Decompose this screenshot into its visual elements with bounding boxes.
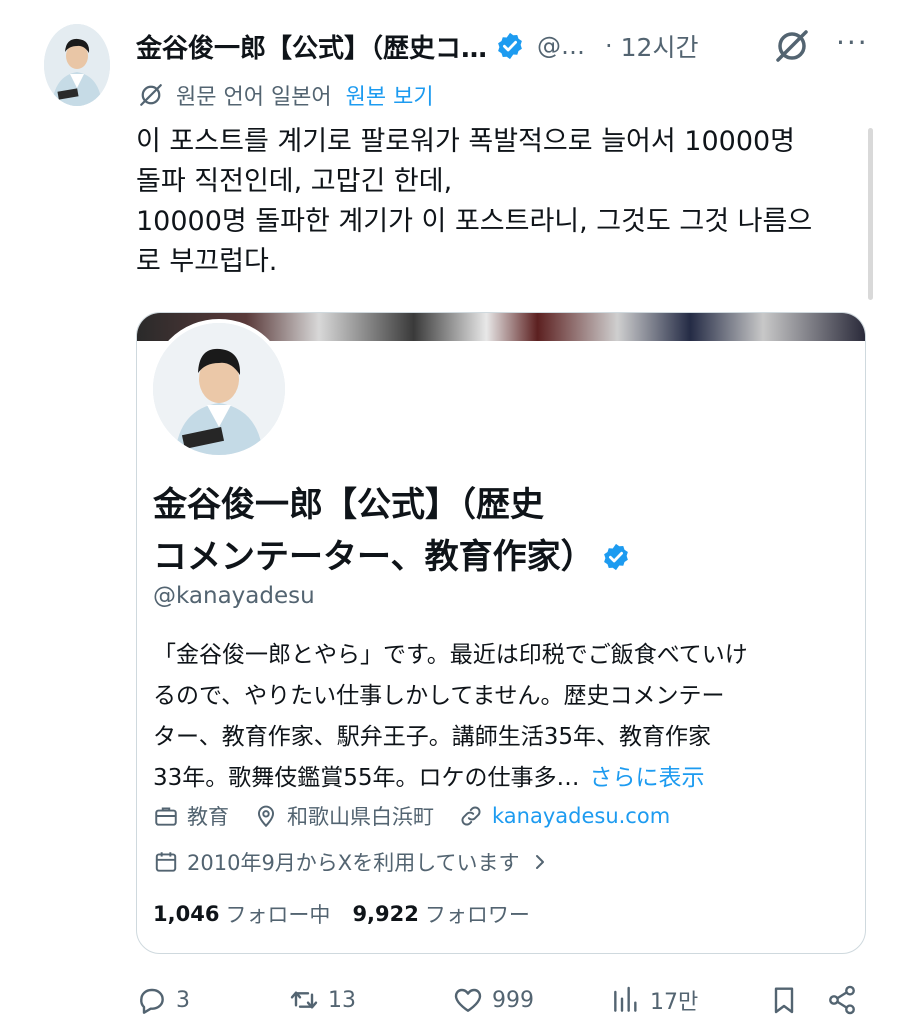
bio-line: ター、教育作家、駅弁王子。講師生活35年、教育作家	[153, 724, 712, 750]
profile-name-line: コメンテーター、教育作家）	[153, 537, 595, 577]
profile-handle: @kanayadesu	[153, 583, 315, 609]
calendar-icon	[155, 852, 177, 872]
link-icon	[461, 806, 481, 826]
post-header: 金谷俊一郎【公式】（歴史コ… @… · 12시간 ···	[136, 26, 876, 66]
profile-website-link[interactable]: kanayadesu.com	[492, 804, 670, 828]
scrollbar[interactable]	[868, 128, 873, 300]
joined-date: 2010年9月からXを利用しています	[187, 851, 520, 875]
reply-icon	[140, 988, 164, 1014]
profile-bio: 「金谷俊一郎とやら」です。最近は印税でご飯食べていけ るので、やりたい仕事しかし…	[153, 635, 843, 799]
author-name[interactable]: 金谷俊一郎【公式】（歴史コ…	[136, 28, 487, 65]
action-bar: 3 13 999 17만	[136, 980, 866, 1020]
repost-icon	[290, 991, 318, 1009]
profile-category: 教育	[187, 805, 229, 829]
post-text-line: 돌파 직전인데, 고맙긴 한데,	[136, 166, 453, 197]
like-button[interactable]: 999	[452, 980, 534, 1020]
post-text-line: 이 포스트를 계기로 팔로워가 폭발적으로 늘어서 10000명	[136, 126, 796, 157]
reply-button[interactable]: 3	[136, 980, 190, 1020]
profile-location: 和歌山県白浜町	[287, 805, 434, 829]
profile-card[interactable]: 金谷俊一郎【公式】（歴史 コメンテーター、教育作家） @kanayadesu 「…	[136, 312, 866, 954]
profile-avatar[interactable]	[149, 319, 289, 459]
verified-badge-icon	[603, 543, 628, 571]
verified-badge-icon	[498, 32, 522, 60]
share-button[interactable]	[826, 980, 858, 1020]
profile-joined[interactable]: 2010年9月からXを利用しています	[153, 845, 548, 879]
chevron-right-icon	[535, 855, 544, 869]
more-options-icon[interactable]: ···	[836, 26, 869, 59]
grok-icon[interactable]	[772, 26, 812, 66]
bio-line: 33年。歌舞伎鑑賞55年。ロケの仕事多…	[153, 765, 580, 791]
author-handle[interactable]: @…	[537, 32, 585, 60]
repost-count: 13	[328, 987, 356, 1013]
post-time[interactable]: 12시간	[621, 28, 699, 64]
briefcase-icon	[155, 807, 177, 826]
bookmark-button[interactable]	[768, 980, 800, 1020]
repost-button[interactable]: 13	[288, 980, 356, 1020]
show-original-link[interactable]: 원본 보기	[346, 79, 434, 111]
profile-meta: 教育 和歌山県白浜町 kanayadesu.com	[153, 799, 670, 833]
grok-translate-icon	[140, 84, 162, 106]
profile-name-line: 金谷俊一郎【公式】（歴史	[153, 485, 544, 525]
post-text: 이 포스트를 계기로 팔로워가 폭발적으로 늘어서 10000명 돌파 직전인데…	[136, 122, 856, 282]
reply-count: 3	[176, 987, 190, 1013]
location-pin-icon	[257, 805, 275, 828]
like-count: 999	[492, 987, 534, 1013]
profile-name: 金谷俊一郎【公式】（歴史 コメンテーター、教育作家）	[153, 479, 753, 583]
profile-avatar-image	[153, 323, 285, 455]
following-label[interactable]: フォロー中	[225, 899, 330, 929]
views-icon	[614, 986, 637, 1012]
bio-line: るので、やりたい仕事しかしてません。歴史コメンテー	[153, 683, 725, 709]
follow-stats: 1,046 フォロー中 9,922 フォロワー	[153, 897, 530, 931]
avatar-image	[44, 24, 110, 106]
separator-dot: ·	[605, 32, 613, 60]
views-button[interactable]: 17만	[610, 980, 698, 1020]
heart-icon	[454, 988, 482, 1012]
post-text-line: 10000명 돌파한 계기가 이 포스트라니, 그것도 그것 나름으	[136, 206, 813, 237]
bio-line: 「金谷俊一郎とやら」です。最近は印税でご飯食べていけ	[153, 642, 748, 668]
translation-notice: 원문 언어 일본어 원본 보기	[136, 78, 434, 112]
views-count: 17만	[650, 990, 699, 1015]
translation-label: 원문 언어 일본어	[176, 85, 332, 110]
followers-count[interactable]: 9,922	[352, 902, 418, 926]
show-more-link[interactable]: さらに表示	[590, 765, 705, 791]
post-text-line: 로 부끄럽다.	[136, 246, 278, 277]
bookmark-icon	[774, 987, 794, 1014]
author-avatar[interactable]	[44, 24, 110, 106]
share-icon	[829, 985, 855, 1015]
followers-label[interactable]: フォロワー	[425, 899, 530, 929]
following-count[interactable]: 1,046	[153, 902, 219, 926]
